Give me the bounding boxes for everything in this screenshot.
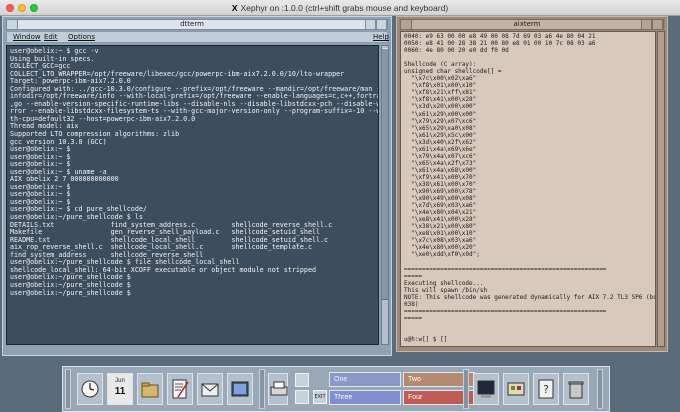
aixterm-line: "\xf9\x41\x00\x70" (404, 173, 477, 181)
text-editor-icon[interactable] (167, 373, 193, 405)
lock-icon[interactable] (295, 373, 309, 387)
aixterm-output: 0040: e9 63 00 00 e8 49 00 08 7d 69 03 a… (404, 33, 656, 344)
aixterm-line: 0050: e8 41 00 28 38 21 00 80 e8 01 00 1… (404, 40, 596, 48)
dtterm-terminal[interactable]: user@obelix:~ $ gcc -v Using built-in spe… (6, 45, 379, 345)
clock-icon[interactable] (77, 373, 103, 405)
aixterm-line: 0040: e9 63 00 00 e8 49 00 08 7d 69 03 a… (404, 33, 596, 40)
aixterm-line: "\x4e\x80\x04\x21" (404, 209, 477, 217)
trash-icon[interactable] (563, 373, 589, 405)
aixterm-line: "\x61\x29\x5c\x00" (404, 131, 477, 139)
calendar-day: 11 (114, 386, 126, 397)
aixterm-line: "\xe8\x01\x00\x10" (404, 230, 477, 238)
dtterm-menubar: Window Edit Options Help (6, 31, 389, 43)
aixterm-line: "\x61\x29\x00\x00" (404, 110, 477, 118)
menu-edit[interactable]: Edit (44, 32, 58, 42)
mailer-icon[interactable] (197, 373, 223, 405)
aixterm-line: "\x61\x4a\x69\x6e" (404, 145, 477, 153)
aixterm-line: "\x3d\x40\x2f\x62" (404, 138, 477, 146)
maximize-button[interactable] (652, 20, 663, 29)
dtterm-scrollbar[interactable] (381, 45, 389, 345)
aixterm-line: ========================================… (404, 307, 607, 315)
minimize-button[interactable] (641, 20, 652, 29)
aixterm-line: 038) (404, 300, 419, 308)
dtterm-scroll-thumb[interactable] (382, 48, 388, 300)
host-window-title: Xephyr on :1.0.0 (ctrl+shift grabs mouse… (240, 3, 449, 13)
workspace-one-button[interactable]: One (329, 372, 401, 387)
x11-icon: X (231, 3, 238, 13)
window-menu-button[interactable] (401, 20, 412, 29)
svg-text:?: ? (543, 383, 549, 396)
dtterm-line: user@obelix:~/pure_shellcode $ (10, 288, 131, 297)
exit-button[interactable]: EXIT (313, 390, 327, 404)
aixterm-line: "\xe0\xdd\xf0\x0d"; (404, 251, 480, 259)
aixterm-line: NOTE: This shellcode was generated dynam… (404, 293, 656, 301)
aixterm-line: "\x38\x21\x00\x80" (404, 223, 477, 231)
aixterm-line: ========================================… (404, 265, 607, 273)
aixterm-titlebar[interactable]: aixterm (400, 19, 664, 30)
style-manager-icon[interactable] (227, 373, 253, 405)
busy-light-icon (295, 390, 309, 404)
cde-front-panel: Jun 11 EXIT One Two Three Four ? (62, 366, 610, 412)
menu-options[interactable]: Options (68, 32, 95, 42)
front-panel-handle[interactable] (65, 369, 71, 409)
file-manager-icon[interactable] (137, 373, 163, 405)
aixterm-line (404, 259, 652, 266)
aixterm-line: "\x65\x4a\x2f\x73" (404, 159, 477, 167)
aixterm-line: "\x79\x29\x07\xc6" (404, 117, 477, 125)
cde-desktop: dtterm Window Edit Options Help user@obe… (0, 16, 680, 412)
front-panel-divider (259, 369, 265, 409)
aixterm-title: aixterm (513, 20, 541, 28)
aixterm-line: "\xe8\x41\x00\x28" (404, 216, 477, 224)
aixterm-window[interactable]: aixterm 0040: e9 63 00 00 e8 49 00 08 7d… (396, 16, 668, 352)
aixterm-line: u@h:w[] $ [] (404, 336, 448, 344)
menu-help[interactable]: Help (373, 32, 389, 42)
minimize-button[interactable] (365, 20, 376, 29)
aixterm-line: "\xf8\x01\x00\x10" (404, 82, 477, 90)
aixterm-line: ===== (404, 272, 423, 280)
aixterm-scrollbar[interactable] (657, 31, 665, 347)
aixterm-line: "\x38\x61\x00\x70" (404, 180, 477, 188)
aixterm-line: "\x3d\x20\x00\x00" (404, 103, 477, 111)
aixterm-line: "\x90\x49\x00\x08" (404, 195, 477, 203)
aixterm-terminal[interactable]: 0040: e9 63 00 00 e8 49 00 08 7d 69 03 a… (400, 31, 656, 347)
aixterm-line: This will spawn /bin/sh (404, 286, 488, 294)
dtterm-titlebar[interactable]: dtterm (6, 19, 388, 30)
application-manager-icon[interactable] (503, 373, 529, 405)
front-panel-divider (463, 369, 469, 409)
workspace-three-button[interactable]: Three (329, 390, 401, 405)
maximize-button[interactable] (376, 20, 387, 29)
dtterm-window[interactable]: dtterm Window Edit Options Help user@obe… (2, 16, 392, 356)
aixterm-line: 0060: 4e 80 00 20 e0 dd f0 0d (404, 47, 509, 55)
host-window-title-wrap: X Xephyr on :1.0.0 (ctrl+shift grabs mous… (0, 0, 680, 16)
calendar-icon[interactable]: Jun 11 (107, 373, 133, 405)
help-manager-icon[interactable]: ? (533, 373, 559, 405)
printer-icon[interactable] (268, 373, 288, 405)
host-titlebar: X Xephyr on :1.0.0 (ctrl+shift grabs mous… (0, 0, 680, 16)
aixterm-line: "\x7d\x69\x03\xa6" (404, 202, 477, 210)
aixterm-line: "\x4e\x80\x00\x20" (404, 244, 477, 252)
aixterm-line: "\xf8\x41\x00\x28" (404, 96, 477, 104)
workspace-switcher: EXIT One Two Three Four (291, 369, 475, 409)
aixterm-line: ===== (404, 314, 423, 322)
aixterm-line: "\x61\x4a\x68\x00" (404, 166, 477, 174)
aixterm-line: "\x7c\x08\x03\xa6" (404, 237, 477, 245)
aixterm-line: "\xf8\x21\xff\x81" (404, 89, 477, 97)
aixterm-line (404, 322, 652, 329)
dtterm-output: user@obelix:~ $ gcc -v Using built-in spe… (10, 47, 378, 297)
aixterm-line: unsigned char shellcode[] = (404, 68, 502, 76)
calendar-month: Jun (115, 378, 125, 384)
aixterm-line: "\x65\x29\xa0\x08" (404, 124, 477, 132)
dtterm-title: dtterm (180, 20, 204, 28)
terminal-icon[interactable] (473, 373, 499, 405)
aixterm-line: "\x90\x69\x00\x78" (404, 188, 477, 196)
window-menu-button[interactable] (7, 20, 18, 29)
aixterm-line: Shellcode (C array): (404, 61, 477, 69)
aixterm-line: "\x7c\x00\x02\xa6" (404, 75, 477, 83)
menu-window[interactable]: Window (13, 32, 41, 42)
front-panel-handle[interactable] (597, 369, 603, 409)
aixterm-line: "\x79\x4a\x07\xc6" (404, 152, 477, 160)
aixterm-line (404, 54, 652, 61)
aixterm-line (404, 329, 652, 336)
aixterm-line: Executing shellcode... (404, 279, 484, 287)
